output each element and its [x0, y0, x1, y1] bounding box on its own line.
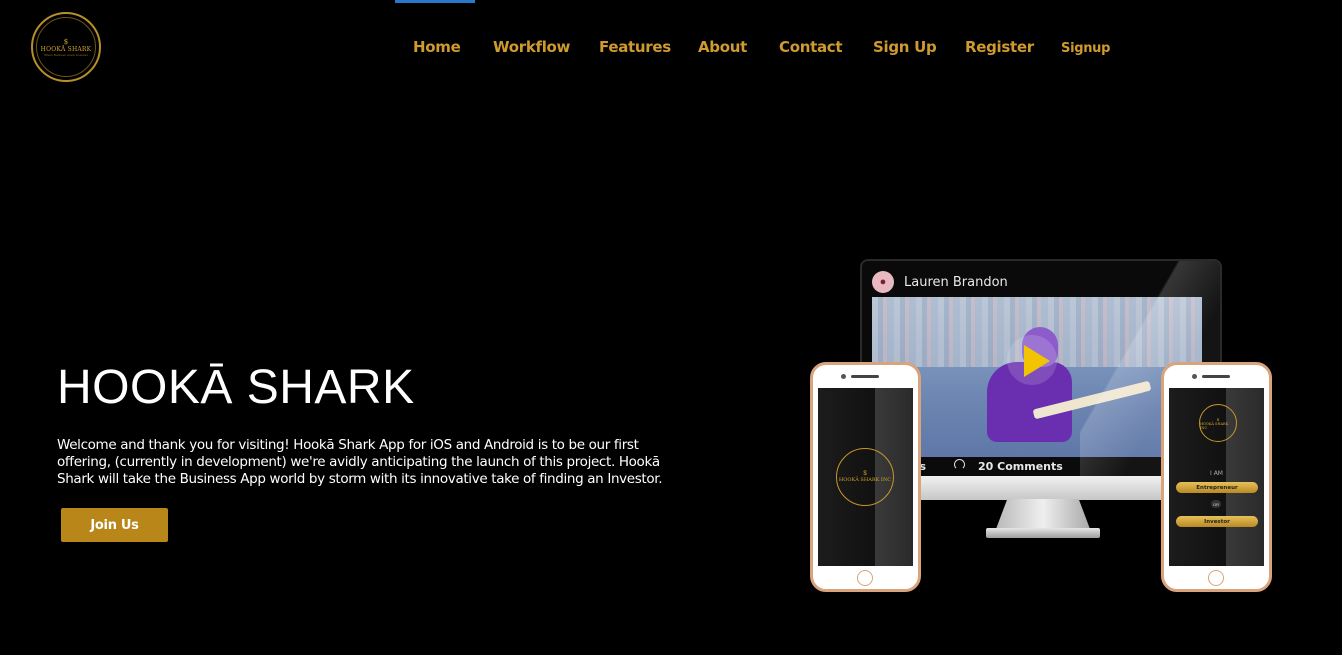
phone-speaker — [1202, 375, 1230, 378]
comment-icon — [954, 459, 965, 470]
phone-left-logo: $ HOOKĀ SHARK INC — [836, 448, 894, 506]
nav-features[interactable]: Features — [599, 38, 671, 56]
monitor-stand-base — [986, 528, 1100, 538]
phone-right-logo: $ HOOKĀ SHARK INC — [1199, 404, 1237, 442]
hero-description: Welcome and thank you for visiting! Hook… — [57, 437, 663, 487]
phone-camera — [841, 374, 846, 379]
logo-inner-ring — [36, 17, 96, 77]
nav-sign-up[interactable]: Sign Up — [873, 38, 937, 56]
phone-speaker — [851, 375, 879, 378]
brand-logo[interactable]: $ HOOKĀ SHARK Where Business meets Inves… — [31, 12, 101, 82]
phone-camera — [1192, 374, 1197, 379]
nav-register[interactable]: Register — [965, 38, 1034, 56]
phone-left: $ HOOKĀ SHARK INC — [810, 362, 921, 592]
nav-signup[interactable]: Signup — [1061, 41, 1110, 56]
role-prompt: I AM — [1210, 470, 1223, 477]
nav-about[interactable]: About — [698, 38, 747, 56]
investor-option: Investor — [1176, 516, 1258, 527]
avatar: ● — [872, 271, 894, 293]
play-icon — [1024, 345, 1050, 377]
monitor-header: ● Lauren Brandon — [872, 271, 1008, 293]
phone-home-button — [1208, 570, 1224, 586]
nav-home[interactable]: Home — [413, 38, 461, 56]
active-nav-indicator — [395, 0, 475, 3]
phone-right: $ HOOKĀ SHARK INC I AM Entrepreneur OR I… — [1161, 362, 1272, 592]
monitor-chin — [914, 476, 1168, 500]
phone-left-screen: $ HOOKĀ SHARK INC — [818, 388, 913, 566]
comments-count: 20 Comments — [978, 460, 1063, 473]
hero-title: HOOKĀ SHARK — [57, 361, 415, 414]
or-divider: OR — [1211, 500, 1221, 508]
monitor-user-name: Lauren Brandon — [904, 274, 1008, 290]
phone-right-screen: $ HOOKĀ SHARK INC I AM Entrepreneur OR I… — [1169, 388, 1264, 566]
entrepreneur-option: Entrepreneur — [1176, 482, 1258, 493]
phone-left-logo-name: HOOKĀ SHARK INC — [838, 477, 892, 483]
monitor-stand-neck — [996, 499, 1090, 529]
join-us-button[interactable]: Join Us — [61, 508, 168, 542]
phone-home-button — [857, 570, 873, 586]
nav-workflow[interactable]: Workflow — [493, 38, 570, 56]
nav-contact[interactable]: Contact — [779, 38, 843, 56]
phone-right-logo-name: HOOKĀ SHARK INC — [1200, 421, 1229, 430]
